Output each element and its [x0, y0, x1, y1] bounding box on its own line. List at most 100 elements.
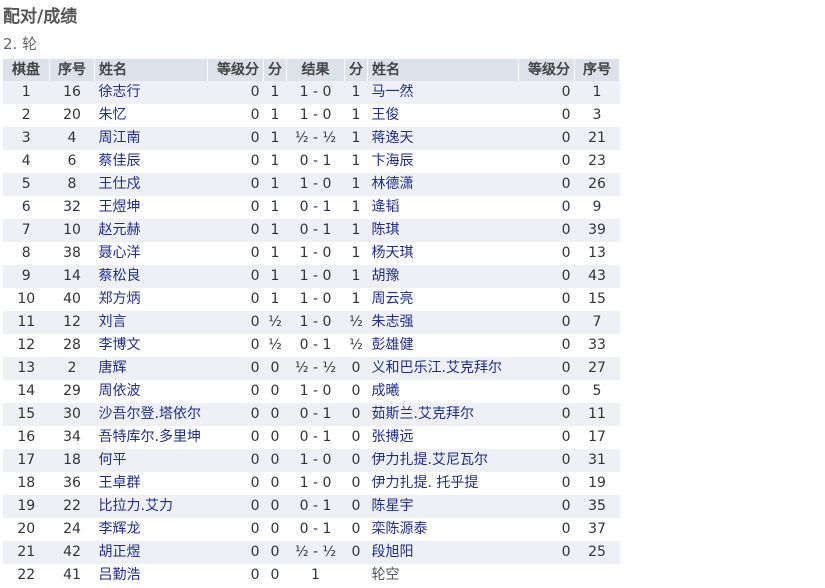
player-name-2-link[interactable]: 义和巴乐江.艾克拜尔 — [372, 360, 502, 376]
player-name-link[interactable]: 聂心洋 — [99, 245, 141, 261]
points: 0 — [263, 380, 287, 403]
seq-number-2: 25 — [574, 541, 620, 564]
player-name-2-link[interactable]: 逄韬 — [372, 199, 400, 215]
rating-2: 0 — [518, 380, 575, 403]
rating: 0 — [207, 196, 264, 219]
rating: 0 — [207, 81, 264, 104]
seq-number: 40 — [49, 288, 95, 311]
player-name-2-link[interactable]: 成曦 — [372, 383, 400, 399]
result: 1 - 0 — [286, 472, 345, 495]
player-name-link[interactable]: 王卓群 — [99, 475, 141, 491]
player-name-link[interactable]: 胡正煜 — [99, 544, 141, 560]
player-name-link[interactable]: 郑方炳 — [99, 291, 141, 307]
column-header-name[interactable]: 姓名 — [94, 59, 208, 81]
points-2: 0 — [344, 495, 368, 518]
player-name-link[interactable]: 李辉龙 — [99, 521, 141, 537]
player-name-2-link[interactable]: 林德潇 — [372, 176, 414, 192]
rating: 0 — [207, 564, 264, 587]
player-name-2-cell: 成曦 — [367, 380, 519, 403]
player-name-cell: 李辉龙 — [94, 518, 208, 541]
points: 1 — [263, 242, 287, 265]
player-name-2-link[interactable]: 周云亮 — [372, 291, 414, 307]
points-2: 1 — [344, 81, 368, 104]
player-name-2-link[interactable]: 段旭阳 — [372, 544, 414, 560]
column-header-name-2[interactable]: 姓名 — [367, 59, 519, 81]
player-name-link[interactable]: 赵元赫 — [99, 222, 141, 238]
player-name-link[interactable]: 何平 — [99, 452, 127, 468]
rating: 0 — [207, 403, 264, 426]
board-number: 3 — [3, 127, 50, 150]
column-header-points-2[interactable]: 分 — [344, 59, 368, 81]
board-number: 19 — [3, 495, 50, 518]
rating: 0 — [207, 104, 264, 127]
points: 0 — [263, 357, 287, 380]
board-number: 21 — [3, 541, 50, 564]
player-name-link[interactable]: 吾特库尔.多里坤 — [99, 429, 201, 445]
player-name-2-link[interactable]: 伊力扎提.艾尼瓦尔 — [372, 452, 488, 468]
rating-2: 0 — [518, 518, 575, 541]
player-name-link[interactable]: 刘言 — [99, 314, 127, 330]
player-name-link[interactable]: 李博文 — [99, 337, 141, 353]
table-header: 棋盘 序号 姓名 等级分 分 结果 分 姓名 等级分 序号 — [3, 59, 620, 81]
player-name-2-cell: 胡豫 — [367, 265, 519, 288]
seq-number: 38 — [49, 242, 95, 265]
player-name-link[interactable]: 吕勤浩 — [99, 567, 141, 583]
player-name-link[interactable]: 蔡松良 — [99, 268, 141, 284]
player-name-link[interactable]: 朱忆 — [99, 107, 127, 123]
player-name-2-link[interactable]: 胡豫 — [372, 268, 400, 284]
player-name-2-link[interactable]: 彭雄健 — [372, 337, 414, 353]
player-name-link[interactable]: 徐志行 — [99, 84, 141, 100]
rating: 0 — [207, 380, 264, 403]
player-name-link[interactable]: 王仕戍 — [99, 176, 141, 192]
player-name-2-cell: 朱志强 — [367, 311, 519, 334]
rating-2: 0 — [518, 196, 575, 219]
player-name-link[interactable]: 比拉力.艾力 — [99, 498, 173, 514]
player-name-2-link[interactable]: 伊力扎提. 托乎提 — [372, 475, 479, 491]
player-name-link[interactable]: 沙吾尔登.塔依尔 — [99, 406, 201, 422]
player-name-link[interactable]: 蔡佳辰 — [99, 153, 141, 169]
table-row: 3 4 周江南 0 1 ½ - ½ 1 蒋逸天 0 21 — [3, 127, 620, 150]
player-name-cell: 胡正煜 — [94, 541, 208, 564]
column-header-seq[interactable]: 序号 — [49, 59, 95, 81]
rating: 0 — [207, 334, 264, 357]
points-2: ½ — [344, 311, 368, 334]
points: 0 — [263, 564, 287, 587]
player-name-2-link[interactable]: 王俊 — [372, 107, 400, 123]
board-number: 7 — [3, 219, 50, 242]
player-name-2-link[interactable]: 茹斯兰.艾克拜尔 — [372, 406, 474, 422]
player-name-2-link[interactable]: 朱志强 — [372, 314, 414, 330]
result: ½ - ½ — [286, 541, 345, 564]
player-name-2-link[interactable]: 杨天琪 — [372, 245, 414, 261]
player-name-2-link[interactable]: 卞海辰 — [372, 153, 414, 169]
result: 1 - 0 — [286, 173, 345, 196]
rating: 0 — [207, 472, 264, 495]
player-name-cell: 李博文 — [94, 334, 208, 357]
column-header-rating-2[interactable]: 等级分 — [518, 59, 575, 81]
player-name-2-link[interactable]: 马一然 — [372, 84, 414, 100]
player-name-2-link[interactable]: 陈琪 — [372, 222, 400, 238]
column-header-result[interactable]: 结果 — [286, 59, 345, 81]
player-name-2-link[interactable]: 栾陈源泰 — [372, 521, 428, 537]
rating: 0 — [207, 541, 264, 564]
points: 1 — [263, 81, 287, 104]
column-header-points[interactable]: 分 — [263, 59, 287, 81]
player-name-2-link[interactable]: 蒋逸天 — [372, 130, 414, 146]
column-header-rating[interactable]: 等级分 — [207, 59, 264, 81]
player-name-2-cell: 张搏远 — [367, 426, 519, 449]
player-name-cell: 王仕戍 — [94, 173, 208, 196]
column-header-board[interactable]: 棋盘 — [3, 59, 50, 81]
table-row: 2 20 朱忆 0 1 1 - 0 1 王俊 0 3 — [3, 104, 620, 127]
player-name-link[interactable]: 王煜坤 — [99, 199, 141, 215]
player-name-2-link[interactable]: 陈星宇 — [372, 498, 414, 514]
seq-number-2: 37 — [574, 518, 620, 541]
points: 1 — [263, 288, 287, 311]
player-name-link[interactable]: 唐辉 — [99, 360, 127, 376]
result: 0 - 1 — [286, 426, 345, 449]
table-row: 4 6 蔡佳辰 0 1 0 - 1 1 卞海辰 0 23 — [3, 150, 620, 173]
player-name-cell: 蔡松良 — [94, 265, 208, 288]
player-name-link[interactable]: 周江南 — [99, 130, 141, 146]
player-name-link[interactable]: 周依波 — [99, 383, 141, 399]
column-header-seq-2[interactable]: 序号 — [574, 59, 620, 81]
player-name-2-link[interactable]: 张搏远 — [372, 429, 414, 445]
player-name-cell: 何平 — [94, 449, 208, 472]
